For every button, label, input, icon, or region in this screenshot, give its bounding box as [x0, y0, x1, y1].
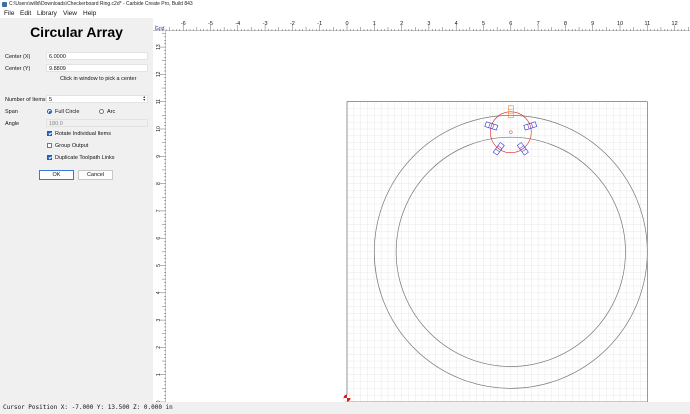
design-canvas[interactable] — [166, 31, 690, 402]
app-icon — [2, 2, 7, 7]
y-tick-label: 10 — [156, 126, 162, 132]
center-x-input[interactable]: 6.0000 — [46, 52, 148, 60]
menu-view[interactable]: View — [63, 10, 77, 17]
y-tick-label: 8 — [156, 182, 162, 185]
menu-bar: File Edit Library View Help — [0, 9, 690, 18]
x-tick-label: 3 — [427, 21, 430, 27]
full-circle-label: Full Circle — [55, 109, 80, 115]
x-tick-label: 5 — [482, 21, 485, 27]
y-tick-label: 7 — [156, 209, 162, 212]
y-tick-label: 4 — [156, 291, 162, 294]
y-tick-label: 6 — [156, 237, 162, 240]
y-tick-label: 3 — [156, 318, 162, 321]
x-tick-label: 1 — [373, 21, 376, 27]
y-tick-label: 1 — [156, 373, 162, 376]
rotate-items-label: Rotate Individual Items — [55, 131, 111, 137]
x-tick-label: 10 — [617, 21, 623, 27]
origin-icon — [343, 394, 351, 402]
x-tick-label: -4 — [235, 21, 240, 27]
x-tick-label: 0 — [345, 21, 348, 27]
x-tick-label: 7 — [537, 21, 540, 27]
group-output-label: Group Output — [55, 143, 89, 149]
items-label: Number of Items — [5, 97, 46, 103]
cancel-button[interactable]: Cancel — [78, 170, 113, 180]
items-value: 5 — [49, 97, 53, 103]
ok-button[interactable]: OK — [39, 170, 74, 180]
x-tick-label: -5 — [208, 21, 213, 27]
items-spinbox[interactable]: 5 ▲ ▼ — [46, 95, 148, 103]
y-tick-label: 9 — [156, 155, 162, 158]
arc-label: Arc — [107, 109, 116, 115]
angle-input[interactable]: 180.0 — [46, 119, 148, 127]
x-tick-label: 2 — [400, 21, 403, 27]
pick-center-hint: Click in window to pick a center — [60, 76, 137, 82]
circular-array-panel: Circular Array Center (X) 6.0000 Center … — [0, 18, 153, 402]
menu-help[interactable]: Help — [83, 10, 96, 17]
duplicate-links-label: Duplicate Toolpath Links — [55, 155, 115, 161]
status-bar: Cursor Position X: -7.000 Y: 13.500 Z: 0… — [0, 402, 690, 414]
x-tick-label: 11 — [644, 21, 650, 27]
title-bar: C:\Users\willd\Downloads\Checkerboard Ri… — [0, 0, 690, 9]
y-tick-label: 13 — [156, 44, 162, 50]
window-title: C:\Users\willd\Downloads\Checkerboard Ri… — [9, 1, 193, 7]
horizontal-ruler: -6 -5 -4 -3 -2 -1 0 1 2 3 4 5 6 7 8 9 10 11 12Grid — [153, 18, 690, 31]
x-tick-label: 8 — [564, 21, 567, 27]
full-circle-radio[interactable] — [47, 109, 52, 114]
cursor-position-readout: Cursor Position X: -7.000 Y: 13.500 Z: 0… — [3, 404, 173, 411]
span-label: Span — [5, 109, 18, 115]
y-tick-label: 2 — [156, 346, 162, 349]
x-tick-label: -3 — [263, 21, 268, 27]
menu-file[interactable]: File — [4, 10, 14, 17]
x-tick-label: 9 — [591, 21, 594, 27]
x-tick-label: -1 — [317, 21, 322, 27]
rotate-items-checkbox[interactable] — [47, 131, 52, 136]
panel-title: Circular Array — [30, 24, 123, 40]
origin-quadrant — [343, 398, 347, 402]
y-tick-label: 11 — [156, 99, 162, 104]
center-y-input[interactable]: 9.8809 — [46, 64, 148, 72]
vertical-ruler: 131211109876543210 — [153, 31, 166, 402]
center-y-label: Center (Y) — [5, 66, 31, 72]
x-tick-label: -6 — [181, 21, 186, 27]
arc-radio[interactable] — [99, 109, 104, 114]
menu-edit[interactable]: Edit — [20, 10, 31, 17]
y-tick-label: 5 — [156, 264, 162, 267]
group-output-checkbox[interactable] — [47, 143, 52, 148]
center-x-label: Center (X) — [5, 54, 31, 60]
menu-library[interactable]: Library — [37, 10, 57, 17]
x-tick-label: 4 — [455, 21, 458, 27]
y-tick-label: 12 — [156, 71, 162, 77]
duplicate-links-checkbox[interactable] — [47, 155, 52, 160]
x-tick-label: -2 — [290, 21, 295, 27]
spin-arrows-icon[interactable]: ▲ ▼ — [143, 95, 146, 102]
x-tick-label: 12 — [672, 21, 678, 27]
angle-label: Angle — [5, 121, 20, 127]
x-tick-label: 6 — [509, 21, 512, 27]
